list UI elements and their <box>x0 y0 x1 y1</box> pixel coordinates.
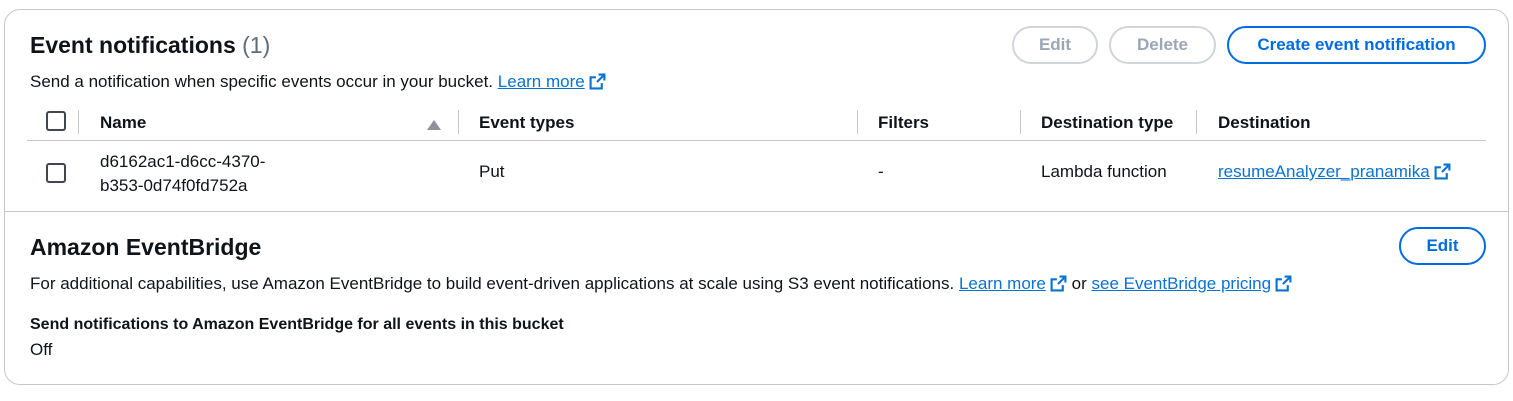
table-header-divider <box>27 140 1486 141</box>
external-link-icon <box>1050 275 1067 297</box>
column-divider[interactable] <box>458 110 459 134</box>
or-text: or <box>1071 274 1087 293</box>
column-header-destination-type: Destination type <box>1041 113 1174 132</box>
edit-button[interactable]: Edit <box>1012 26 1098 64</box>
event-notifications-description: Send a notification when specific events… <box>30 72 606 95</box>
destination-link[interactable]: resumeAnalyzer_pranamika <box>1218 162 1430 181</box>
event-notifications-count: (1) <box>242 32 271 58</box>
table-cell-filters: - <box>878 162 884 181</box>
eventbridge-setting-value: Off <box>30 340 53 359</box>
table-cell-destination: resumeAnalyzer_pranamika <box>1218 162 1451 185</box>
eventbridge-learn-more-link[interactable]: Learn more <box>959 274 1046 293</box>
column-divider[interactable] <box>1196 110 1197 134</box>
notifications-panel: Event notifications (1) Edit Delete Crea… <box>4 9 1509 385</box>
eventbridge-title: Amazon EventBridge <box>30 234 262 260</box>
column-divider[interactable] <box>1020 110 1021 134</box>
eventbridge-pricing-link[interactable]: see EventBridge pricing <box>1091 274 1271 293</box>
eventbridge-description: For additional capabilities, use Amazon … <box>30 274 1292 297</box>
external-link-icon <box>1275 275 1292 297</box>
eventbridge-description-text: For additional capabilities, use Amazon … <box>30 274 955 293</box>
column-divider[interactable] <box>857 110 858 134</box>
select-all-checkbox[interactable] <box>46 111 66 131</box>
description-text: Send a notification when specific events… <box>30 72 494 91</box>
table-cell-destination-type: Lambda function <box>1041 162 1167 181</box>
column-divider <box>78 110 79 134</box>
caret-up-icon[interactable] <box>427 117 441 135</box>
create-event-notification-button[interactable]: Create event notification <box>1227 26 1486 64</box>
column-header-name[interactable]: Name <box>100 113 146 133</box>
section-divider <box>5 211 1508 212</box>
event-notifications-title-text: Event notifications <box>30 32 236 58</box>
table-cell-event-types: Put <box>479 162 505 181</box>
eventbridge-edit-button[interactable]: Edit <box>1399 227 1486 265</box>
external-link-icon <box>1434 163 1451 185</box>
eventbridge-setting-label: Send notifications to Amazon EventBridge… <box>30 316 564 333</box>
notification-name-line: d6162ac1-d6cc-4370- <box>100 152 266 171</box>
table-cell-name: d6162ac1-d6cc-4370- b353-0d74f0fd752a <box>100 150 265 198</box>
column-header-event-types: Event types <box>479 113 575 132</box>
event-notifications-title: Event notifications (1) <box>30 32 270 59</box>
external-link-icon <box>589 73 606 95</box>
delete-button[interactable]: Delete <box>1109 26 1216 64</box>
learn-more-link[interactable]: Learn more <box>498 72 585 91</box>
column-header-filters: Filters <box>878 113 930 132</box>
row-select-checkbox[interactable] <box>46 163 66 183</box>
notification-name-line: b353-0d74f0fd752a <box>100 176 248 195</box>
column-header-destination: Destination <box>1218 113 1311 132</box>
